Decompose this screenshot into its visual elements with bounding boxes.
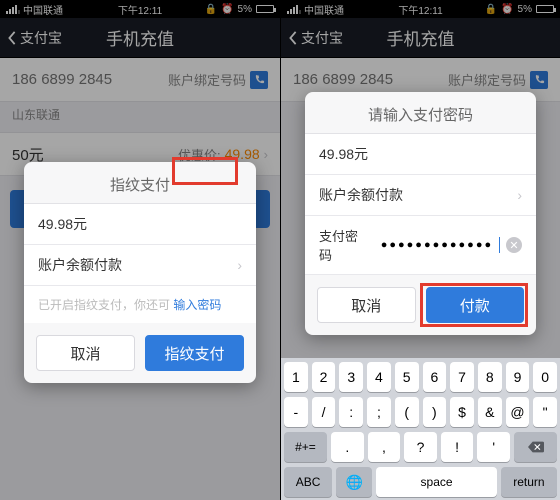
status-bar: 中国联通 下午12:11 🔒⏰5% bbox=[281, 0, 560, 18]
modal-price: 49.98元 bbox=[305, 134, 536, 175]
key-@[interactable]: @ bbox=[506, 397, 530, 427]
key-:[interactable]: : bbox=[339, 397, 363, 427]
key--[interactable]: - bbox=[284, 397, 308, 427]
modal-tip: 已开启指纹支付，你还可 输入密码 bbox=[24, 286, 256, 323]
pay-button[interactable]: 付款 bbox=[426, 287, 525, 323]
screenshot-left: 中国联通 下午12:11 🔒⏰5% 支付宝 手机充值 186 6899 2845… bbox=[0, 0, 280, 500]
back-button[interactable]: 支付宝 bbox=[287, 28, 343, 48]
symbols-key[interactable]: #+= bbox=[284, 432, 327, 462]
key-row-2: -/:;()$&@" bbox=[284, 397, 557, 427]
cancel-button[interactable]: 取消 bbox=[36, 335, 135, 371]
nav-bar: 支付宝 手机充值 bbox=[281, 18, 560, 58]
chevron-left-icon bbox=[287, 31, 299, 45]
ios-keyboard: 1234567890 -/:;()$&@" #+= .,?!' ABC 🌐 sp… bbox=[281, 358, 560, 500]
key-/[interactable]: / bbox=[312, 397, 336, 427]
key-1[interactable]: 1 bbox=[284, 362, 308, 392]
key-0[interactable]: 0 bbox=[533, 362, 557, 392]
modal-method-row[interactable]: 账户余额付款› bbox=[305, 175, 536, 216]
modal-price: 49.98元 bbox=[24, 204, 256, 245]
chevron-right-icon: › bbox=[264, 147, 268, 162]
text-cursor bbox=[499, 237, 500, 253]
fingerprint-pay-modal: 指纹支付 49.98元 账户余额付款› 已开启指纹支付，你还可 输入密码 取消 … bbox=[24, 162, 256, 383]
key-'[interactable]: ' bbox=[477, 432, 510, 462]
chevron-right-icon: › bbox=[237, 257, 242, 273]
modal-title: 请输入支付密码 bbox=[305, 92, 536, 134]
key-3[interactable]: 3 bbox=[339, 362, 363, 392]
cancel-button[interactable]: 取消 bbox=[317, 287, 416, 323]
key-?[interactable]: ? bbox=[404, 432, 437, 462]
screenshot-right: 中国联通 下午12:11 🔒⏰5% 支付宝 手机充值 186 6899 2845… bbox=[280, 0, 560, 500]
chevron-left-icon bbox=[6, 31, 18, 45]
phone-icon bbox=[250, 71, 268, 89]
return-key[interactable]: return bbox=[501, 467, 557, 497]
key-([interactable]: ( bbox=[395, 397, 419, 427]
carrier-label: 山东联通 bbox=[0, 102, 280, 126]
key-5[interactable]: 5 bbox=[395, 362, 419, 392]
fingerprint-pay-button[interactable]: 指纹支付 bbox=[145, 335, 244, 371]
nav-bar: 支付宝 手机充值 bbox=[0, 18, 280, 58]
key-7[interactable]: 7 bbox=[450, 362, 474, 392]
key-.[interactable]: . bbox=[331, 432, 364, 462]
password-input-row[interactable]: 支付密码 ●●●●●●●●●●●●● ✕ bbox=[305, 216, 536, 275]
key-![interactable]: ! bbox=[441, 432, 474, 462]
key-4[interactable]: 4 bbox=[367, 362, 391, 392]
modal-title: 指纹支付 bbox=[24, 162, 256, 204]
key-row-4: ABC 🌐 space return bbox=[284, 467, 557, 497]
battery-icon bbox=[256, 5, 274, 13]
status-time: 下午12:11 bbox=[281, 2, 560, 17]
password-mask: ●●●●●●●●●●●●● bbox=[381, 239, 493, 251]
key-row-1: 1234567890 bbox=[284, 362, 557, 392]
key-"[interactable]: " bbox=[533, 397, 557, 427]
globe-key[interactable]: 🌐 bbox=[336, 467, 372, 497]
key-9[interactable]: 9 bbox=[506, 362, 530, 392]
key-2[interactable]: 2 bbox=[312, 362, 336, 392]
key-row-3: #+= .,?!' bbox=[284, 432, 557, 462]
status-bar: 中国联通 下午12:11 🔒⏰5% bbox=[0, 0, 280, 18]
phone-icon bbox=[530, 71, 548, 89]
key-8[interactable]: 8 bbox=[478, 362, 502, 392]
clear-input-icon[interactable]: ✕ bbox=[506, 237, 522, 253]
password-pay-modal: 请输入支付密码 49.98元 账户余额付款› 支付密码 ●●●●●●●●●●●●… bbox=[305, 92, 536, 335]
backspace-key[interactable] bbox=[514, 432, 557, 462]
back-button[interactable]: 支付宝 bbox=[6, 28, 62, 48]
key-&[interactable]: & bbox=[478, 397, 502, 427]
battery-icon bbox=[536, 5, 554, 13]
phone-number-row[interactable]: 186 6899 2845 账户绑定号码 bbox=[0, 58, 280, 102]
key-)[interactable]: ) bbox=[423, 397, 447, 427]
key-6[interactable]: 6 bbox=[423, 362, 447, 392]
space-key[interactable]: space bbox=[376, 467, 496, 497]
modal-method-row[interactable]: 账户余额付款› bbox=[24, 245, 256, 286]
key-;[interactable]: ; bbox=[367, 397, 391, 427]
chevron-right-icon: › bbox=[517, 187, 522, 203]
key-,[interactable]: , bbox=[368, 432, 401, 462]
status-time: 下午12:11 bbox=[0, 2, 280, 17]
enter-password-link[interactable]: 输入密码 bbox=[173, 298, 221, 312]
abc-key[interactable]: ABC bbox=[284, 467, 332, 497]
key-$[interactable]: $ bbox=[450, 397, 474, 427]
